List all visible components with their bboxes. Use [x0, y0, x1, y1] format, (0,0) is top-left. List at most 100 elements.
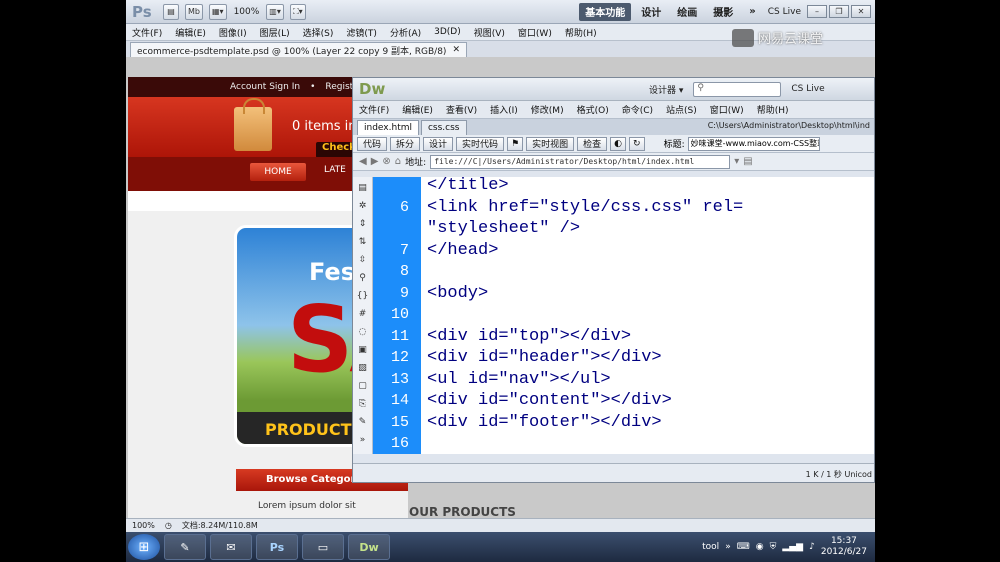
shield-icon[interactable]: ⛨ — [770, 542, 777, 552]
ps-menu-window[interactable]: 窗口(W) — [518, 26, 552, 39]
balance-braces-icon[interactable]: {} — [356, 290, 370, 303]
code-view-button[interactable]: 代码 — [357, 136, 388, 151]
move-css-icon[interactable]: ✎ — [356, 416, 370, 429]
address-input[interactable]: file:///C|/Users/Administrator/Desktop/h… — [430, 154, 731, 169]
highlight-invalid-icon[interactable]: ◌ — [356, 326, 370, 339]
dw-menu-file[interactable]: 文件(F) — [359, 103, 389, 116]
taskbar-pin-app-icon[interactable]: ✎ — [164, 534, 206, 560]
dw-menu-edit[interactable]: 编辑(E) — [402, 103, 433, 116]
collapse-selection-icon[interactable]: ⇅ — [356, 236, 370, 249]
ps-document-tab[interactable]: ecommerce-psdtemplate.psd @ 100% (Layer … — [130, 42, 467, 57]
tab-css-css[interactable]: css.css — [420, 120, 467, 135]
wrap-tag-icon[interactable]: ▢ — [356, 380, 370, 393]
show-code-navigator-icon[interactable]: ✲ — [356, 200, 370, 213]
tab-index-html[interactable]: index.html — [357, 120, 419, 135]
ps-menu-view[interactable]: 视图(V) — [474, 26, 505, 39]
line-code: <body> — [427, 283, 489, 303]
dw-menu-window[interactable]: 窗口(W) — [710, 103, 744, 116]
taskbar-clock[interactable]: 15:37 2012/6/27 — [821, 536, 867, 558]
apply-comment-icon[interactable]: ▣ — [356, 344, 370, 357]
preview-browser-icon[interactable]: ◐ — [610, 136, 627, 151]
dw-menu-view[interactable]: 查看(V) — [446, 103, 477, 116]
ps-menu-select[interactable]: 选择(S) — [303, 26, 334, 39]
view-extras-button[interactable]: ▦▾ — [208, 3, 227, 20]
tray-expand-icon[interactable]: » — [725, 542, 731, 552]
workspace-painting[interactable]: 绘画 — [671, 3, 703, 21]
expand-all-icon[interactable]: ⇳ — [356, 254, 370, 267]
ps-menu-layer[interactable]: 图层(L) — [260, 26, 290, 39]
dw-workspace-switcher[interactable]: 设计器 ▾ — [649, 83, 683, 96]
dw-cs-live-button[interactable]: CS Live — [791, 84, 824, 94]
ps-menu-file[interactable]: 文件(F) — [132, 26, 162, 39]
taskbar-media-icon[interactable]: ✉ — [210, 534, 252, 560]
live-view-button[interactable]: 实时视图 — [526, 136, 575, 151]
code-line: 6 <link href="style/css.css" rel= — [373, 197, 874, 219]
select-parent-tag-icon[interactable]: ⚲ — [356, 272, 370, 285]
tray-tool-label[interactable]: tool — [702, 542, 719, 552]
taskbar-folder-icon[interactable]: ▭ — [302, 534, 344, 560]
dw-menu-commands[interactable]: 命令(C) — [622, 103, 653, 116]
restore-icon[interactable]: ❐ — [829, 5, 849, 18]
recent-snippets-icon[interactable]: ⎘ — [356, 398, 370, 411]
dw-menu-help[interactable]: 帮助(H) — [757, 103, 789, 116]
ps-menu-3d[interactable]: 3D(D) — [434, 27, 461, 37]
code-editor[interactable]: ▤ ✲ ⇕ ⇅ ⇳ ⚲ {} # ◌ ▣ ▨ ▢ ⎘ ✎ » </title> … — [353, 176, 874, 454]
dw-file-path: C:\Users\Administrator\Desktop\html\ind — [707, 121, 870, 130]
ps-cs-live-button[interactable]: CS Live — [768, 7, 801, 17]
start-button-icon[interactable]: ⊞ — [128, 534, 160, 560]
bridge-button[interactable]: ▤ — [163, 3, 179, 20]
dw-menu-insert[interactable]: 插入(I) — [490, 103, 518, 116]
close-icon[interactable]: ✕ — [851, 5, 871, 18]
minimize-icon[interactable]: – — [807, 5, 827, 18]
mockup-register-link: Regist — [325, 82, 354, 92]
ps-menu-edit[interactable]: 编辑(E) — [175, 26, 206, 39]
ps-menu-image[interactable]: 图像(I) — [219, 26, 247, 39]
line-numbers-icon[interactable]: # — [356, 308, 370, 321]
ps-menu-help[interactable]: 帮助(H) — [565, 26, 597, 39]
mini-bridge-button[interactable]: Mb — [185, 3, 203, 20]
validate-icon[interactable]: ⚑ — [507, 136, 524, 151]
open-documents-icon[interactable]: ▤ — [356, 182, 370, 195]
tab-close-icon[interactable]: ✕ — [452, 45, 460, 55]
dropdown-arrow-icon[interactable]: ▾ — [734, 156, 739, 167]
view-options-icon[interactable]: ▤ — [743, 156, 752, 167]
live-code-button[interactable]: 实时代码 — [456, 136, 505, 151]
back-arrow-icon[interactable]: ◀ — [359, 156, 367, 167]
dw-menu-format[interactable]: 格式(O) — [577, 103, 609, 116]
toolbar-more-icon[interactable]: » — [356, 434, 370, 447]
ps-menu-filter[interactable]: 滤镜(T) — [346, 26, 377, 39]
workspace-more-button[interactable]: » — [743, 3, 761, 21]
page-title-input[interactable]: 妙味课堂-www.miaov.com-CSS整站 — [687, 136, 820, 151]
collapse-tag-icon[interactable]: ⇕ — [356, 218, 370, 231]
ps-menu-analysis[interactable]: 分析(A) — [390, 26, 421, 39]
dw-menu-site[interactable]: 站点(S) — [666, 103, 697, 116]
zoom-level[interactable]: 100% — [234, 7, 260, 17]
keyboard-icon[interactable]: ⌨ — [737, 542, 750, 552]
taskbar-photoshop[interactable]: Ps — [256, 534, 298, 560]
volume-icon[interactable]: ♪ — [809, 542, 815, 552]
refresh-icon[interactable]: ↻ — [629, 136, 645, 151]
mockup-our-products-heading: OUR PRODUCTS — [409, 505, 516, 519]
stop-icon[interactable]: ⊗ — [382, 156, 390, 167]
taskbar-dreamweaver[interactable]: Dw — [348, 534, 390, 560]
screen-mode-button[interactable]: ⛶▾ — [289, 3, 306, 20]
dw-address-bar: ◀ ▶ ⊗ ⌂ 地址: file:///C|/Users/Administrat… — [353, 153, 874, 171]
workspace-design[interactable]: 设计 — [635, 3, 667, 21]
status-info-icon[interactable]: ◷ — [165, 521, 172, 530]
photoshop-titlebar: Ps ▤ Mb ▦▾ 100% ▥▾ ⛶▾ 基本功能 设计 绘画 摄影 » CS… — [126, 0, 875, 24]
network-icon[interactable]: ▂▄▆ — [782, 542, 803, 552]
workspace-essentials[interactable]: 基本功能 — [579, 2, 632, 21]
split-view-button[interactable]: 拆分 — [390, 136, 421, 151]
design-view-button[interactable]: 设计 — [423, 136, 454, 151]
remove-comment-icon[interactable]: ▨ — [356, 362, 370, 375]
dw-menu-modify[interactable]: 修改(M) — [531, 103, 564, 116]
code-line: 9 <body> — [373, 283, 874, 305]
arrange-docs-button[interactable]: ▥▾ — [266, 3, 284, 20]
forward-arrow-icon[interactable]: ▶ — [371, 156, 379, 167]
inspect-button[interactable]: 检查 — [577, 136, 608, 151]
home-icon[interactable]: ⌂ — [395, 156, 401, 167]
status-zoom[interactable]: 100% — [132, 521, 155, 530]
workspace-photography[interactable]: 摄影 — [707, 3, 739, 21]
security-icon[interactable]: ◉ — [756, 542, 764, 552]
dw-search-input[interactable]: ⚲ — [693, 81, 782, 97]
